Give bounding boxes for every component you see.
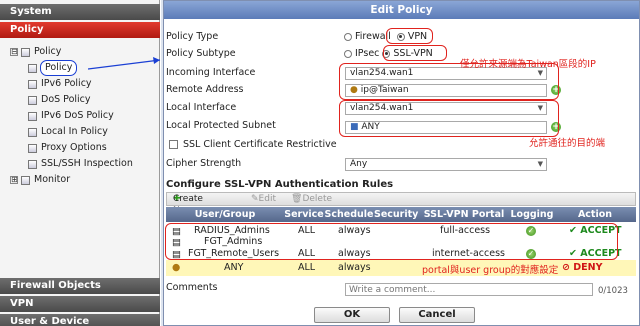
local-subnet-row: Local Protected Subnet: [166, 118, 344, 133]
collapse-icon[interactable]: ⊟: [10, 48, 18, 56]
cipher-label: Cipher Strength: [166, 158, 242, 169]
tree-item-ipv6-dos-policy[interactable]: IPv6 DoS Policy: [28, 109, 114, 123]
policy-icon: [28, 127, 37, 137]
remote-address-label: Remote Address: [166, 84, 244, 95]
col-ssl-vpn-portal[interactable]: SSL-VPN Portal: [418, 207, 510, 222]
expand-icon[interactable]: ⊞: [10, 176, 18, 184]
auth-rules-title: Configure SSL-VPN Authentication Rules: [166, 179, 394, 190]
tree-item-monitor[interactable]: ⊞ Monitor: [10, 173, 70, 187]
cancel-button[interactable]: Cancel: [399, 307, 475, 323]
tree-label: Proxy Options: [41, 142, 107, 153]
col-service[interactable]: Service: [284, 207, 324, 222]
edit-button[interactable]: ✎ Edit: [251, 193, 276, 205]
tree-label: SSL/SSH Inspection: [41, 158, 133, 169]
tree-item-proxy-options[interactable]: Proxy Options: [28, 141, 107, 155]
comments-row: Comments: [166, 280, 218, 295]
policy-icon: [28, 111, 37, 121]
section-vpn[interactable]: VPN: [0, 296, 160, 312]
delete-label: Delete: [302, 194, 333, 204]
comments-input[interactable]: [345, 283, 593, 296]
comments-counter: 0/1023: [598, 286, 628, 296]
left-sidebar: System Policy ⊟ Policy Policy IPv6 Polic…: [0, 0, 160, 326]
schedule-cell: always: [338, 262, 371, 273]
radio-ipsec[interactable]: [344, 49, 352, 58]
col-user-group[interactable]: User/Group: [166, 207, 284, 222]
policy-folder-icon: [21, 47, 30, 57]
policy-subtype-label: Policy Subtype: [166, 48, 236, 59]
local-highlight: [339, 100, 559, 137]
tree-item-dos-policy[interactable]: DoS Policy: [28, 93, 91, 107]
ssl-cert-row: SSL Client Certificate Restrictive: [166, 137, 337, 152]
rules-table-header: User/Group Service Schedule Security SSL…: [166, 207, 636, 222]
vpn-highlight: [386, 28, 433, 44]
ssl-vpn-highlight: [383, 45, 447, 61]
tree-label: Monitor: [34, 174, 71, 185]
table-row[interactable]: ● ANY ALL always ⊘ DENY: [166, 260, 636, 276]
action-label: DENY: [573, 262, 603, 273]
tree-item-ipv6-policy[interactable]: IPv6 Policy: [28, 77, 92, 91]
local-interface-row: Local Interface: [166, 100, 344, 115]
tree-item-ssl-ssh-inspection[interactable]: SSL/SSH Inspection: [28, 157, 133, 171]
radio-firewall[interactable]: [344, 32, 352, 41]
main-area: Edit Policy Policy Type Firewall VPN Pol…: [161, 0, 640, 326]
dialog-title: Edit Policy: [164, 1, 639, 19]
monitor-icon: [21, 175, 30, 185]
delete-button[interactable]: 🗑 Delete: [291, 193, 332, 205]
user-group-name: ANY: [224, 262, 244, 273]
section-policy[interactable]: Policy: [0, 22, 160, 38]
service-cell: ALL: [298, 262, 316, 273]
rules-toolbar: ✚ Create New ✎ Edit 🗑 Delete: [166, 192, 636, 216]
subnet-note: 允許通往的目的端: [529, 138, 606, 149]
radio-ipsec-label: IPsec: [355, 48, 380, 59]
cipher-row: Cipher Strength: [166, 156, 344, 171]
policy-icon: [28, 159, 37, 169]
ok-button[interactable]: OK: [314, 307, 390, 323]
cipher-value: Any: [350, 159, 368, 169]
incoming-interface-row: Incoming Interface: [166, 65, 344, 80]
section-system[interactable]: System: [0, 4, 160, 20]
policy-type-label: Policy Type: [166, 31, 219, 42]
edit-policy-dialog: Edit Policy Policy Type Firewall VPN Pol…: [163, 0, 640, 326]
action-deny: ⊘ DENY: [562, 262, 603, 273]
policy-icon: [28, 143, 37, 153]
tree-label: IPv6 DoS Policy: [41, 110, 114, 121]
edit-label: Edit: [258, 194, 276, 204]
col-security[interactable]: Security: [374, 207, 418, 222]
ssl-cert-checkbox[interactable]: [169, 140, 178, 149]
policy-icon: [28, 79, 37, 89]
policy-icon: [28, 63, 37, 73]
rules-highlight: [165, 223, 618, 260]
local-interface-label: Local Interface: [166, 102, 237, 113]
tree-label: IPv6 Policy: [41, 78, 92, 89]
tree-label-selected: Policy: [39, 60, 78, 76]
ssl-cert-label: SSL Client Certificate Restrictive: [183, 139, 337, 150]
section-user-device[interactable]: User & Device: [0, 314, 160, 326]
tree-label: Policy: [34, 46, 62, 57]
pointer-arrow: [88, 57, 161, 70]
tree-label: DoS Policy: [41, 94, 91, 105]
policy-icon: [28, 95, 37, 105]
any-user-icon: ●: [172, 262, 181, 273]
tree-item-policy-group[interactable]: ⊟ Policy: [10, 45, 61, 59]
col-action[interactable]: Action: [554, 207, 636, 222]
comments-label: Comments: [166, 282, 218, 293]
tree-item-policy[interactable]: Policy: [28, 60, 78, 76]
remote-note: 僅允許來源端為Taiwan區段的IP: [460, 59, 596, 70]
section-firewall-objects[interactable]: Firewall Objects: [0, 278, 160, 294]
local-subnet-label: Local Protected Subnet: [166, 120, 276, 131]
col-schedule[interactable]: Schedule: [324, 207, 374, 222]
col-logging[interactable]: Logging: [510, 207, 554, 222]
tree-item-local-in-policy[interactable]: Local In Policy: [28, 125, 108, 139]
tree-label: Local In Policy: [41, 126, 108, 137]
chevron-down-icon: ▼: [537, 160, 543, 168]
incoming-interface-label: Incoming Interface: [166, 67, 256, 78]
portal-note: portal與user group的對應設定: [422, 265, 559, 276]
cipher-select[interactable]: Any ▼: [345, 158, 547, 171]
remote-address-row: Remote Address: [166, 82, 344, 97]
